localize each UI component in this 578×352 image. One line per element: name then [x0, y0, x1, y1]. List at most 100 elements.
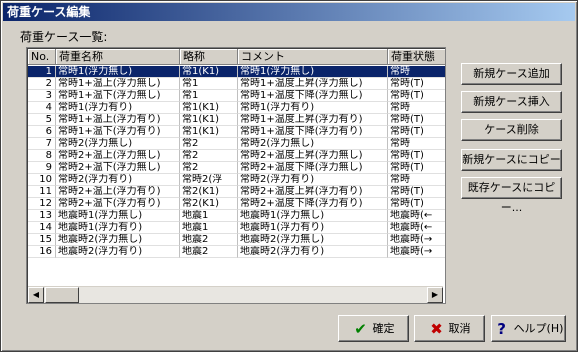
question-icon: ? [497, 319, 506, 338]
table-cell: 常時1+温上(浮力無し) [56, 78, 180, 90]
column-header[interactable]: 荷重状態 [388, 49, 445, 65]
table-cell: 地震2 [180, 246, 238, 258]
table-cell: 3 [28, 90, 56, 102]
table-row[interactable]: 14 地震時1(浮力有り) 地震1 地震時1(浮力有り) 地震時(← [28, 222, 445, 234]
column-header[interactable]: 略称 [180, 49, 238, 65]
table-cell: 常時 [388, 102, 445, 114]
table-row[interactable]: 5 常時1+温上(浮力有り) 常1(K1) 常時1+温度上昇(浮力有り) 常時(T) [28, 114, 445, 126]
table-cell: 常時1(浮力有り) [56, 102, 180, 114]
table-row[interactable]: 1 常時1(浮力無し) 常1(K1) 常時1(浮力無し) 常時 [28, 66, 445, 78]
cancel-button[interactable]: ✖ 取消 [414, 315, 485, 342]
table-cell: 常1(K1) [180, 66, 238, 78]
table-cell: 常時(T) [388, 150, 445, 162]
table-cell: 地震時2(浮力無し) [56, 234, 180, 246]
table-cell: 地震時(→ [388, 246, 445, 258]
table-cell: 4 [28, 102, 56, 114]
table-cell: 常2 [180, 150, 238, 162]
table-cell: 常時(T) [388, 126, 445, 138]
table-cell: 8 [28, 150, 56, 162]
title-bar[interactable]: 荷重ケース編集 [3, 3, 575, 21]
table-cell: 5 [28, 114, 56, 126]
column-header[interactable]: コメント [238, 49, 388, 65]
table-cell: 常時1+温度下降(浮力無し) [238, 90, 388, 102]
table-cell: 常2(K1) [180, 198, 238, 210]
window-title: 荷重ケース編集 [7, 5, 91, 19]
table-cell: 16 [28, 246, 56, 258]
table-cell: 常時(T) [388, 186, 445, 198]
table-cell: 地震時(← [388, 210, 445, 222]
table-cell: 常時1+温度上昇(浮力有り) [238, 114, 388, 126]
table-row[interactable]: 8 常時2+温上(浮力無し) 常2 常時2+温度上昇(浮力無し) 常時(T) [28, 150, 445, 162]
ok-label: 確定 [372, 322, 395, 335]
horizontal-scrollbar[interactable]: ◀ ▶ [28, 286, 443, 303]
list-label: 荷重ケース一覧: [20, 30, 108, 44]
table-cell: 常時1(浮力無し) [56, 66, 180, 78]
table-cell: 地震時1(浮力無し) [238, 210, 388, 222]
table-cell: 常時1(浮力無し) [238, 66, 388, 78]
table-cell: 11 [28, 186, 56, 198]
cancel-label: 取消 [448, 322, 471, 335]
column-header[interactable]: No. [28, 49, 56, 65]
load-case-list[interactable]: No. 荷重名称 略称 コメント 荷重状態 1 常時1(浮力無し) 常1(K1) 常時1(浮力… [26, 47, 446, 304]
copy-to-existing-case-button[interactable]: 既存ケースにコピー... [461, 177, 562, 214]
scroll-thumb[interactable] [45, 287, 79, 303]
column-header[interactable]: 荷重名称 [56, 49, 180, 65]
help-button[interactable]: ? ヘルプ(H) [491, 315, 566, 342]
list-header: No. 荷重名称 略称 コメント 荷重状態 [28, 49, 445, 65]
ok-button[interactable]: ✔ 確定 [338, 315, 409, 342]
table-cell: 地震時1(浮力無し) [56, 210, 180, 222]
table-row[interactable]: 12 常時2+温下(浮力有り) 常2(K1) 常時2+温度下降(浮力有り) 常時(T) [28, 198, 445, 210]
add-case-button[interactable]: 新規ケース追加 [461, 63, 562, 85]
table-cell: 常2 [180, 138, 238, 150]
table-cell: 常時2+温下(浮力有り) [56, 198, 180, 210]
table-cell: 7 [28, 138, 56, 150]
table-cell: 15 [28, 234, 56, 246]
table-row[interactable]: 10 常時2(浮力有り) 常時2(浮 常時2(浮力有り) 常時 [28, 174, 445, 186]
table-cell: 常時2(浮力有り) [238, 174, 388, 186]
table-cell: 常1(K1) [180, 126, 238, 138]
scroll-right-button[interactable]: ▶ [427, 287, 443, 303]
table-cell: 6 [28, 126, 56, 138]
table-row[interactable]: 2 常時1+温上(浮力無し) 常1 常時1+温度上昇(浮力無し) 常時(T) [28, 78, 445, 90]
table-cell: 常時1+温上(浮力有り) [56, 114, 180, 126]
x-icon: ✖ [430, 319, 443, 338]
table-cell: 地震時(← [388, 222, 445, 234]
table-row[interactable]: 16 地震時2(浮力有り) 地震2 地震時2(浮力有り) 地震時(→ [28, 246, 445, 258]
table-row[interactable]: 6 常時1+温下(浮力有り) 常1(K1) 常時1+温度下降(浮力有り) 常時(T) [28, 126, 445, 138]
table-cell: 常時2(浮力無し) [56, 138, 180, 150]
table-cell: 常時1+温度上昇(浮力無し) [238, 78, 388, 90]
delete-case-button[interactable]: ケース削除 [461, 119, 562, 141]
table-cell: 常時1+温下(浮力有り) [56, 126, 180, 138]
table-cell: 常時(T) [388, 162, 445, 174]
copy-to-new-case-button[interactable]: 新規ケースにコピー [461, 149, 562, 171]
table-cell: 14 [28, 222, 56, 234]
table-cell: 常時 [388, 174, 445, 186]
table-cell: 10 [28, 174, 56, 186]
table-row[interactable]: 15 地震時2(浮力無し) 地震2 地震時2(浮力無し) 地震時(→ [28, 234, 445, 246]
table-row[interactable]: 9 常時2+温下(浮力無し) 常2 常時2+温度下降(浮力無し) 常時(T) [28, 162, 445, 174]
table-cell: 常時1+温度下降(浮力有り) [238, 126, 388, 138]
table-cell: 地震1 [180, 210, 238, 222]
table-row[interactable]: 11 常時2+温上(浮力有り) 常2(K1) 常時2+温度上昇(浮力有り) 常時(T) [28, 186, 445, 198]
table-cell: 常時 [388, 138, 445, 150]
table-cell: 常時2+温上(浮力有り) [56, 186, 180, 198]
table-cell: 常時 [388, 66, 445, 78]
table-cell: 常2 [180, 162, 238, 174]
table-row[interactable]: 4 常時1(浮力有り) 常1(K1) 常時1(浮力有り) 常時 [28, 102, 445, 114]
table-cell: 常時(T) [388, 198, 445, 210]
table-cell: 地震時2(浮力有り) [56, 246, 180, 258]
table-row[interactable]: 13 地震時1(浮力無し) 地震1 地震時1(浮力無し) 地震時(← [28, 210, 445, 222]
table-cell: 12 [28, 198, 56, 210]
table-row[interactable]: 3 常時1+温下(浮力無し) 常1 常時1+温度下降(浮力無し) 常時(T) [28, 90, 445, 102]
table-cell: 13 [28, 210, 56, 222]
table-cell: 常2(K1) [180, 186, 238, 198]
insert-case-button[interactable]: 新規ケース挿入 [461, 91, 562, 113]
table-cell: 常1 [180, 78, 238, 90]
table-cell: 常1 [180, 90, 238, 102]
table-cell: 地震1 [180, 222, 238, 234]
table-row[interactable]: 7 常時2(浮力無し) 常2 常時2(浮力無し) 常時 [28, 138, 445, 150]
dialog-window: 荷重ケース編集 荷重ケース一覧: No. 荷重名称 略称 コメント 荷重状態 1 常時1(… [0, 0, 578, 352]
table-cell: 常1(K1) [180, 102, 238, 114]
scroll-left-button[interactable]: ◀ [28, 287, 44, 303]
table-cell: 常時(T) [388, 78, 445, 90]
